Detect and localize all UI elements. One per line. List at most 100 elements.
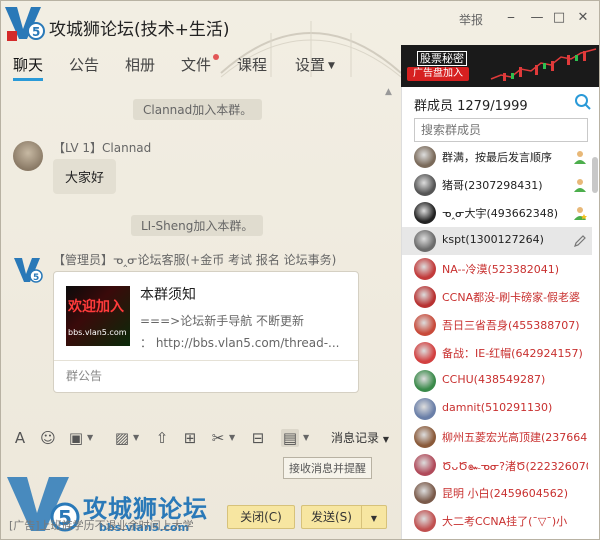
font-icon[interactable]: A [11,429,29,447]
edit-pencil-icon [574,235,586,247]
message-receive-icon[interactable]: ▤ [281,429,299,447]
member-list-item[interactable]: 群满，按最后发言顺序 [402,143,592,171]
chevron-down-icon[interactable]: ▼ [87,433,93,442]
member-list-item[interactable]: kspt(1300127264) [402,227,592,255]
admin-user-icon [574,151,586,164]
title-bar: 5 攻城狮论坛(技术+生活) 举报 ⎯ — □ ✕ [1,1,599,78]
avatar[interactable] [414,202,436,224]
emoji-icon[interactable]: ☺ [39,429,57,447]
avatar[interactable] [414,370,436,392]
ad-title: 股票秘密 [417,51,467,66]
card-link[interactable]: ： http://bbs.vlan5.com/thread-... [140,334,340,351]
avatar[interactable] [414,454,436,476]
tab-announcement[interactable]: 公告 [69,53,99,81]
window-minimize-pin-icon[interactable]: ⎯ [503,10,519,26]
report-link[interactable]: 举报 [459,11,483,28]
image-icon[interactable]: ▨ [113,429,131,447]
announcement-card[interactable]: 欢迎加入 bbs.vlan5.com 本群须知 ===>论坛新手导航 不断更新 … [53,271,359,393]
close-button[interactable]: 关闭(C) [227,505,295,529]
member-list-item[interactable]: damnit(510291130) [402,395,592,423]
chat-window: 5 攻城狮论坛(技术+生活) 举报 ⎯ — □ ✕ 聊天 公告 相册 文件 课程… [0,0,600,540]
chevron-up-icon[interactable]: ▲ [385,87,395,97]
avatar[interactable] [414,510,436,532]
send-button[interactable]: 发送(S) [301,505,361,529]
member-name: CCNA都没-刷卡磅家-假老婆 [442,291,581,304]
member-list-item[interactable]: 昆明 小白(2459604562) [402,479,592,507]
avatar[interactable] [414,482,436,504]
minimize-icon[interactable]: — [529,10,545,26]
svg-text:5: 5 [32,25,40,39]
avatar[interactable] [414,398,436,420]
member-name: 柳州五菱宏光高顶建(237664 [442,431,588,444]
member-search-input[interactable] [414,118,588,142]
tab-files[interactable]: 文件 [181,53,211,81]
chevron-down-icon: ▼ [370,514,378,523]
maximize-icon[interactable]: □ [551,10,567,26]
member-list-item[interactable]: CCNA都没-刷卡磅家-假老婆 [402,283,592,311]
message-record-button[interactable]: 消息记录 ▼ [331,429,389,446]
app-grid-icon[interactable]: ⊞ [181,429,199,447]
chevron-down-icon[interactable]: ▼ [303,433,309,442]
member-name: ԾᴗԾ๛ᓀᓂ?渚Ծ(2223260702) [442,460,588,473]
avatar[interactable] [414,146,436,168]
vlan5-logo-icon: 5 [5,7,45,41]
member-name: 备战：IE-红帽(642924157) [442,347,583,360]
notification-dot [213,54,219,60]
chevron-down-icon: ▼ [328,60,335,71]
upload-icon[interactable]: ⇧ [153,429,171,447]
message-sender: 【管理员】ᓀ‸ᓂ论坛客服(+金币 考试 报名 论坛事务) [53,253,337,267]
member-panel: 群成员 1279/1999 群满，按最后发言顺序猪哥(2307298431) ᓀ‸… [401,87,599,539]
chat-history[interactable]: ▲ Clannad加入本群。 【LV 1】Clannad 大家好 LI-Shen… [1,87,401,419]
avatar[interactable] [414,314,436,336]
member-name: 猪哥(2307298431) [442,179,543,192]
member-list-item[interactable]: CCHU(438549287) [402,367,592,395]
tab-chat[interactable]: 聊天 [13,53,44,81]
member-name: 昆明 小白(2459604562) [442,487,569,500]
avatar[interactable] [414,342,436,364]
tab-settings[interactable]: 设置 ▼ [295,53,335,81]
avatar[interactable] [13,141,43,171]
tab-course[interactable]: 课程 [237,53,267,81]
ad-tagline[interactable]: [广告]上班族学历不退业余时间上大学 [9,517,194,533]
search-icon[interactable] [574,93,592,111]
system-message: Clannad加入本群。 [133,99,263,120]
trash-icon[interactable]: ⊟ [249,429,267,447]
scrollbar-thumb[interactable] [592,157,598,193]
screenshot-scissors-icon[interactable]: ✂ [209,429,227,447]
avatar[interactable] [414,286,436,308]
tab-album[interactable]: 相册 [125,53,155,81]
member-list-item[interactable]: 备战：IE-红帽(642924157) [402,339,592,367]
ad-banner[interactable]: 股票秘密 广告盘加入 [401,45,599,87]
avatar[interactable] [414,230,436,252]
avatar[interactable] [414,258,436,280]
chevron-down-icon[interactable]: ▼ [229,433,235,442]
tab-bar: 聊天 公告 相册 文件 课程 设置 ▼ [1,53,401,83]
admin-user-icon [574,179,586,192]
chevron-down-icon: ▼ [382,435,389,444]
ad-join-button: 广告盘加入 [407,67,469,81]
member-scrollbar[interactable] [592,145,598,539]
close-icon[interactable]: ✕ [575,10,591,26]
member-list-item[interactable]: 大二考CCNA挂了(¯▽¯)小 [402,507,592,535]
member-name: kspt(1300127264) [442,233,544,246]
member-name: 大二考CCNA挂了(¯▽¯)小 [442,515,568,528]
card-line: ===>论坛新手导航 不断更新 [140,314,305,328]
avatar[interactable] [414,426,436,448]
vlan5-logo-avatar[interactable]: 5 [13,255,43,285]
avatar[interactable] [414,174,436,196]
member-name: 吾日三省吾身(455388707) [442,319,580,332]
member-list-item[interactable]: ᓀ‸ᓂ大宇(493662348) [402,199,592,227]
member-name: ᓀ‸ᓂ大宇(493662348) [442,207,559,220]
member-list-item[interactable]: 猪哥(2307298431) [402,171,592,199]
member-list-item[interactable]: 吾日三省吾身(455388707) [402,311,592,339]
send-options-button[interactable]: ▼ [361,505,387,529]
member-list-item[interactable]: 柳州五菱宏光高顶建(237664 [402,423,592,451]
window-title: 攻城狮论坛(技术+生活) [49,20,230,40]
card-footer: 群公告 [54,360,358,392]
system-message: LI-Sheng加入本群。 [131,215,264,236]
owner-star-user-icon [574,207,587,220]
member-list-item[interactable]: ԾᴗԾ๛ᓀᓂ?渚Ծ(2223260702) [402,451,592,479]
chevron-down-icon[interactable]: ▼ [133,433,139,442]
gift-icon[interactable]: ▣ [67,429,85,447]
member-list-item[interactable]: NA--冷漠(523382041) [402,255,592,283]
